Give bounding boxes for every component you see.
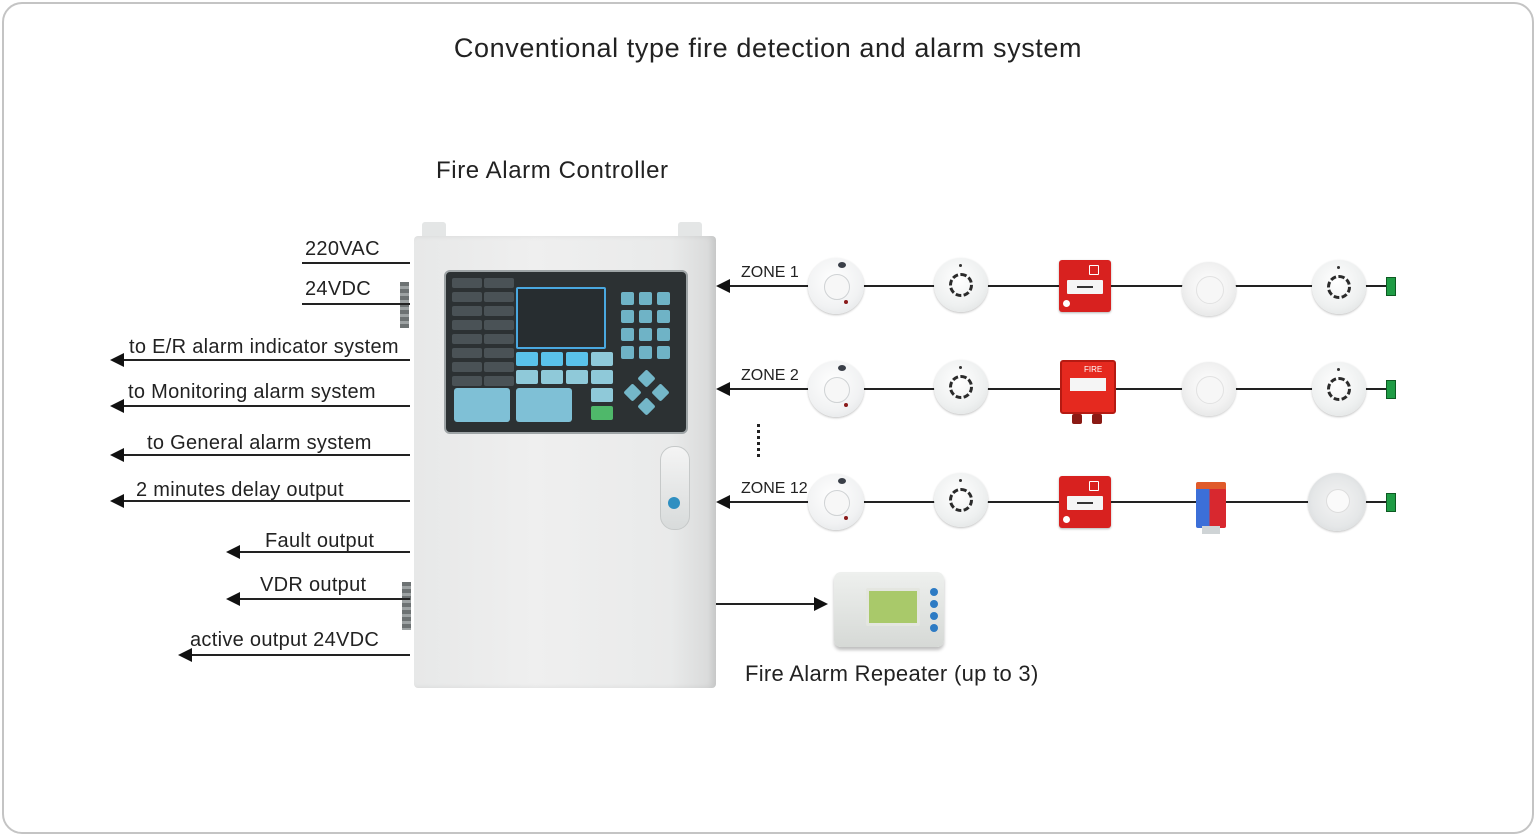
status-pad-right xyxy=(516,388,572,422)
repeater-lcd-screen xyxy=(866,588,920,626)
output-label-delay: 2 minutes delay output xyxy=(136,479,344,501)
controller-front-panel xyxy=(444,270,688,434)
arrow-left-icon xyxy=(716,382,730,396)
smoke-detector-plain-icon xyxy=(1182,262,1236,316)
arrow-left-icon xyxy=(226,545,240,559)
interface-module-icon xyxy=(1196,482,1226,534)
manual-call-point-fire-icon: FIRE xyxy=(1060,360,1116,424)
output-label-vdr: VDR output xyxy=(260,574,367,596)
arrow-left-icon xyxy=(110,494,124,508)
repeater-line xyxy=(716,603,816,605)
repeater-label: Fire Alarm Repeater (up to 3) xyxy=(745,661,1039,686)
heat-detector-icon xyxy=(934,473,988,527)
arrow-left-icon xyxy=(716,279,730,293)
smoke-detector-icon xyxy=(808,258,864,314)
heat-detector-icon xyxy=(1312,260,1366,314)
smoke-detector-icon xyxy=(808,361,864,417)
output-line-vdr xyxy=(238,598,410,600)
input-label-24vdc: 24VDC xyxy=(305,278,371,300)
zone-12-label: ZONE 12 xyxy=(741,480,808,497)
output-line-general-alarm xyxy=(122,454,410,456)
zone-2-label: ZONE 2 xyxy=(741,367,799,384)
manual-call-point-icon xyxy=(1059,476,1111,528)
arrow-left-icon xyxy=(110,353,124,367)
heat-detector-icon xyxy=(1312,362,1366,416)
heat-detector-icon xyxy=(934,258,988,312)
input-terminal-block xyxy=(400,282,409,328)
output-line-monitoring xyxy=(122,405,410,407)
arrow-left-icon xyxy=(178,648,192,662)
heat-detector-icon xyxy=(934,360,988,414)
more-zones-ellipsis xyxy=(757,424,760,459)
door-lock-icon xyxy=(668,497,680,509)
output-line-delay xyxy=(122,500,410,502)
arrow-left-icon xyxy=(110,448,124,462)
output-label-general-alarm: to General alarm system xyxy=(147,432,372,454)
end-of-line-resistor-icon xyxy=(1386,380,1396,399)
controller-lcd-screen xyxy=(516,287,606,349)
input-line-24vdc xyxy=(302,303,410,305)
diagram-frame xyxy=(2,2,1534,834)
output-line-active-24vdc xyxy=(190,654,410,656)
controller-label: Fire Alarm Controller xyxy=(436,157,669,184)
status-pad-left xyxy=(454,388,510,422)
output-label-monitoring: to Monitoring alarm system xyxy=(128,381,376,403)
output-terminal-block xyxy=(402,582,411,630)
input-label-220vac: 220VAC xyxy=(305,238,380,260)
arrow-left-icon xyxy=(716,495,730,509)
output-label-er-alarm: to E/R alarm indicator system xyxy=(129,336,399,358)
end-of-line-resistor-icon xyxy=(1386,277,1396,296)
diagram-title: Conventional type fire detection and ala… xyxy=(453,33,1083,63)
output-line-fault xyxy=(238,551,410,553)
door-handle xyxy=(660,446,690,530)
arrow-left-icon xyxy=(226,592,240,606)
smoke-detector-icon xyxy=(808,474,864,530)
smoke-detector-plain-icon xyxy=(1182,362,1236,416)
output-line-er-alarm xyxy=(122,359,410,361)
zone-1-label: ZONE 1 xyxy=(741,264,799,281)
input-line-220vac xyxy=(302,262,410,264)
arrow-left-icon xyxy=(110,399,124,413)
end-of-line-resistor-icon xyxy=(1386,493,1396,512)
arrow-right-icon xyxy=(814,597,828,611)
fire-alarm-repeater-device xyxy=(834,572,944,647)
detector-base-icon xyxy=(1308,473,1366,531)
output-label-active-24vdc: active output 24VDC xyxy=(190,629,380,651)
output-label-fault: Fault output xyxy=(265,530,375,552)
manual-call-point-icon xyxy=(1059,260,1111,312)
